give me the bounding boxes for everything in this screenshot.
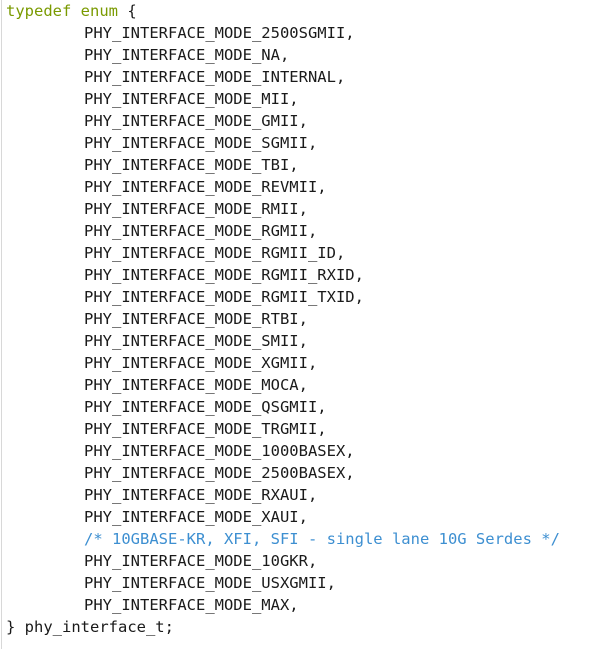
open-brace: { <box>117 2 137 20</box>
enum-entry: PHY_INTERFACE_MODE_NA, <box>84 46 290 64</box>
enum-entry: PHY_INTERFACE_MODE_1000BASEX, <box>84 442 355 460</box>
enum-entry: PHY_INTERFACE_MODE_2500SGMII, <box>84 24 355 42</box>
gutter-divider <box>1 0 2 649</box>
typedef-enum-keyword: typedef enum <box>6 2 118 20</box>
code-editor: typedef enum { PHY_INTERFACE_MODE_2500SG… <box>0 0 608 649</box>
enum-entry: PHY_INTERFACE_MODE_INTERNAL, <box>84 68 346 86</box>
enum-entry: PHY_INTERFACE_MODE_MII, <box>84 90 299 108</box>
enum-entry: PHY_INTERFACE_MODE_MAX, <box>84 596 299 614</box>
enum-entry: PHY_INTERFACE_MODE_RXAUI, <box>84 486 318 504</box>
enum-entry: PHY_INTERFACE_MODE_RGMII_RXID, <box>84 266 364 284</box>
enum-entry: PHY_INTERFACE_MODE_2500BASEX, <box>84 464 355 482</box>
code-comment: /* 10GBASE-KR, XFI, SFI - single lane 10… <box>84 530 560 548</box>
enum-entry: PHY_INTERFACE_MODE_RGMII_ID, <box>84 244 346 262</box>
enum-entry: PHY_INTERFACE_MODE_10GKR, <box>84 552 318 570</box>
enum-entry: PHY_INTERFACE_MODE_USXGMII, <box>84 574 336 592</box>
enum-entry: PHY_INTERFACE_MODE_RMII, <box>84 200 308 218</box>
enum-entry: PHY_INTERFACE_MODE_SMII, <box>84 332 308 350</box>
enum-entry: PHY_INTERFACE_MODE_XGMII, <box>84 354 318 372</box>
enum-entry: PHY_INTERFACE_MODE_REVMII, <box>84 178 327 196</box>
enum-entry: PHY_INTERFACE_MODE_RTBI, <box>84 310 308 328</box>
enum-entry: PHY_INTERFACE_MODE_TRGMII, <box>84 420 327 438</box>
code-line-typedef: typedef enum { <box>6 0 137 22</box>
enum-entry: PHY_INTERFACE_MODE_RGMII_TXID, <box>84 288 364 306</box>
enum-entry: PHY_INTERFACE_MODE_SGMII, <box>84 134 318 152</box>
code-line-close: } phy_interface_t; <box>6 618 174 636</box>
enum-entry: PHY_INTERFACE_MODE_MOCA, <box>84 376 308 394</box>
enum-entry: PHY_INTERFACE_MODE_TBI, <box>84 156 299 174</box>
enum-entry: PHY_INTERFACE_MODE_QSGMII, <box>84 398 327 416</box>
enum-entry: PHY_INTERFACE_MODE_RGMII, <box>84 222 318 240</box>
enum-entry: PHY_INTERFACE_MODE_GMII, <box>84 112 308 130</box>
enum-entry: PHY_INTERFACE_MODE_XAUI, <box>84 508 308 526</box>
